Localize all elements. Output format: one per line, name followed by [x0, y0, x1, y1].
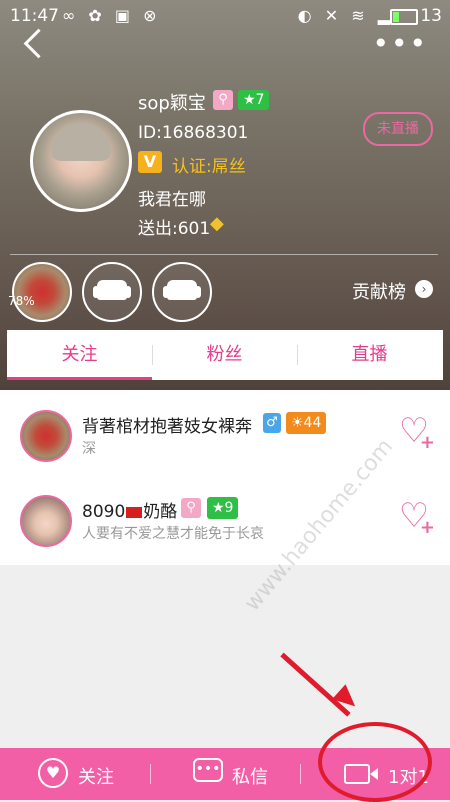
battery-icon [390, 9, 418, 25]
tab-fans[interactable]: 粉丝 [152, 330, 297, 380]
level-badge: ☀44 [286, 412, 327, 434]
more-icon[interactable]: ••• [372, 30, 428, 58]
following-list: 背著棺材抱著妓女裸奔 ♂ ☀44 深 ♡ + 8090 奶酪 ⚲ ★9 人要有不爱之… [0, 390, 450, 565]
list-item-name: 背著棺材抱著妓女裸奔 [82, 417, 252, 437]
search-badge-icon: ⚲ [213, 90, 233, 110]
status-time: 11:47 [10, 6, 59, 26]
list-item-name: 8090 奶酪 [82, 502, 178, 522]
battery-level: 13 [420, 6, 442, 26]
heart-icon: ♥ [38, 758, 68, 788]
avatar[interactable] [20, 410, 72, 462]
tab-following[interactable]: 关注 [7, 330, 152, 380]
contributor-progress: 78% [8, 294, 35, 308]
notification-icons: ∞ ✿ ▣ ⊗ [62, 6, 161, 25]
message-button[interactable]: ••• 私信 [150, 748, 300, 800]
search-badge-icon: ⚲ [181, 498, 201, 518]
flag-icon [126, 506, 143, 518]
tab-live[interactable]: 直播 [297, 330, 442, 380]
list-item-subtitle: 深 [82, 441, 96, 457]
annotation-circle [318, 722, 432, 802]
annotation-arrowhead [332, 684, 362, 714]
message-label: 私信 [232, 767, 268, 788]
gifts-sent: 送出:601 [138, 219, 211, 239]
male-icon: ♂ [263, 413, 281, 433]
contributor-avatar-1[interactable]: 78% [8, 262, 72, 322]
tab-bar: 关注 粉丝 直播 [7, 330, 443, 380]
back-icon[interactable] [23, 28, 54, 59]
live-status-badge[interactable]: 未直播 [363, 112, 433, 146]
avatar[interactable] [20, 495, 72, 547]
system-icons: ◐ ✕ ≋ ▂ [297, 6, 394, 25]
profile-signature: 我君在哪 [138, 190, 206, 210]
active-tab-indicator [7, 377, 152, 380]
profile-id: ID:16868301 [138, 123, 249, 143]
contributor-slot-3[interactable] [152, 262, 212, 322]
profile-name: sop颖宝 [138, 93, 206, 114]
list-item[interactable]: 8090 奶酪 ⚲ ★9 人要有不爱之慧才能免于长哀 ♡ + [0, 475, 450, 560]
verified-icon: V [138, 151, 162, 173]
profile-avatar[interactable] [30, 110, 132, 212]
level-badge: ★9 [207, 497, 239, 519]
contributor-slot-2[interactable] [82, 262, 142, 322]
level-badge: ★7 [238, 90, 270, 110]
chat-icon: ••• [193, 758, 223, 782]
verification-label: 认证:屌丝 [172, 157, 246, 177]
diamond-icon: ◆ [210, 213, 224, 234]
sofa-icon [163, 280, 201, 300]
chevron-right-icon[interactable]: › [415, 280, 433, 298]
contribution-rank-link[interactable]: 贡献榜 [352, 278, 406, 304]
follow-heart-icon[interactable]: ♡ + [395, 412, 435, 452]
list-item-subtitle: 人要有不爱之慧才能免于长哀 [82, 526, 264, 542]
divider [10, 254, 438, 255]
follow-button[interactable]: ♥ 关注 [0, 748, 150, 800]
follow-heart-icon[interactable]: ♡ + [395, 497, 435, 537]
profile-header: 11:47 ∞ ✿ ▣ ⊗ ◐ ✕ ≋ ▂ 13 ••• sop颖宝 ⚲ ★7 … [0, 0, 450, 390]
follow-label: 关注 [78, 767, 114, 788]
sofa-icon [93, 280, 131, 300]
